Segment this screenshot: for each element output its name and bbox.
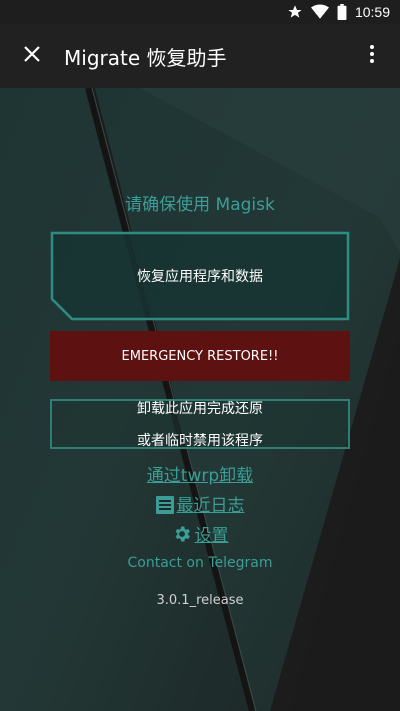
magisk-notice: 请确保使用 Magisk	[125, 195, 275, 215]
logs-link-row: 最近日志	[0, 491, 400, 519]
battery-icon	[337, 4, 347, 20]
gear-icon	[172, 524, 192, 549]
more-vert-icon	[370, 45, 374, 67]
status-bar: 10:59	[0, 0, 400, 24]
main-content: 请确保使用 Magisk 恢复应用程序和数据 EMERGENCY RESTORE…	[0, 88, 400, 711]
toolbar: Migrate 恢复助手	[0, 24, 400, 88]
recent-logs-link[interactable]: 最近日志	[177, 496, 245, 516]
twrp-uninstall-link[interactable]: 通过twrp卸载	[147, 466, 253, 486]
restore-apps-button[interactable]: 恢复应用程序和数据	[50, 231, 350, 321]
uninstall-label-line2: 或者临时禁用该程序	[137, 433, 263, 449]
twrp-uninstall-link-row: 通过twrp卸载	[0, 461, 400, 486]
restore-apps-label: 恢复应用程序和数据	[137, 269, 263, 285]
settings-link[interactable]: 设置	[195, 526, 229, 546]
close-icon	[24, 46, 40, 66]
emergency-restore-button[interactable]: EMERGENCY RESTORE!!	[50, 331, 350, 381]
close-button[interactable]	[0, 24, 64, 88]
uninstall-label-line1: 卸载此应用完成还原	[137, 401, 263, 417]
page-title: Migrate 恢复助手	[64, 45, 227, 70]
more-options-button[interactable]	[344, 24, 400, 88]
wifi-icon	[310, 4, 329, 20]
version-label: 3.0.1_release	[156, 593, 244, 608]
star-icon	[287, 4, 303, 20]
telegram-link[interactable]: Contact on Telegram	[0, 555, 400, 571]
settings-link-row: 设置	[0, 521, 400, 549]
status-time: 10:59	[354, 4, 390, 20]
list-icon	[155, 496, 174, 519]
